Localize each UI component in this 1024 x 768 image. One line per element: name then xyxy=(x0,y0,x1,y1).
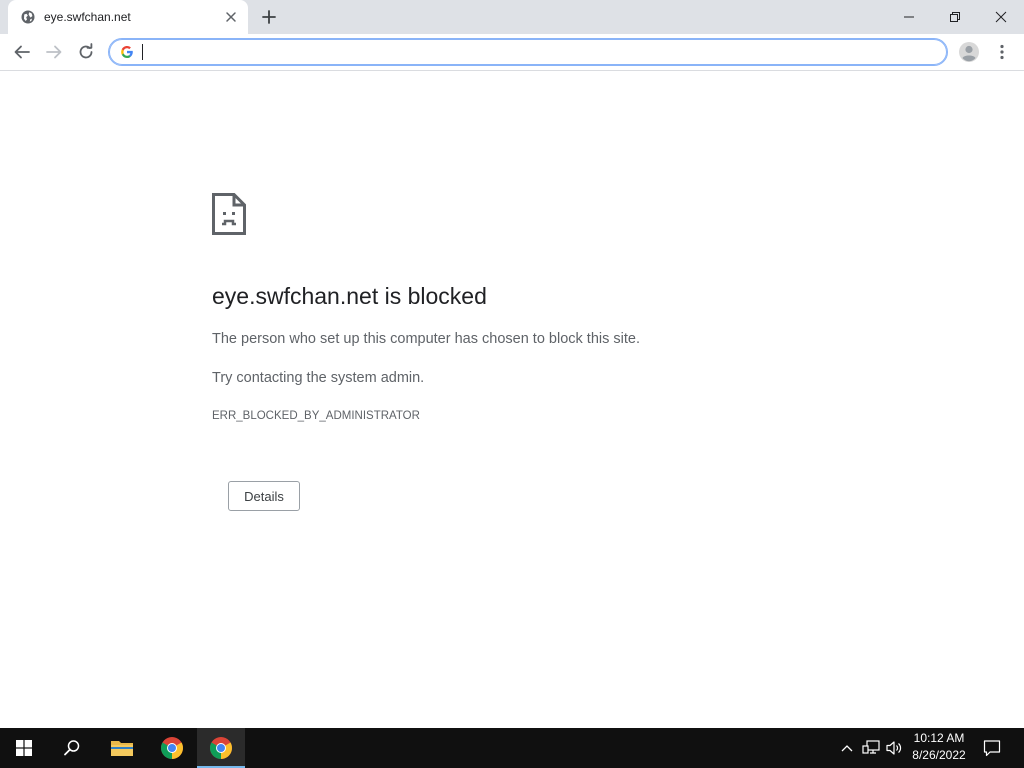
text-caret xyxy=(142,44,143,60)
error-heading: eye.swfchan.net is blocked xyxy=(212,283,487,309)
tray-volume[interactable] xyxy=(884,728,906,768)
reload-icon xyxy=(79,43,93,59)
page-content: eye.swfchan.net is blocked The person wh… xyxy=(0,71,1024,728)
folder-icon xyxy=(111,741,133,756)
search-icon xyxy=(64,740,80,756)
details-button[interactable]: Details xyxy=(228,481,300,511)
browser-tab[interactable]: eye.swfchan.net xyxy=(8,0,248,34)
close-icon[interactable] xyxy=(224,10,238,24)
windows-logo-icon xyxy=(16,740,32,756)
action-center-button[interactable] xyxy=(980,728,1004,768)
error-code: ERR_BLOCKED_BY_ADMINISTRATOR xyxy=(212,410,420,422)
speaker-icon xyxy=(886,741,902,755)
browser-menu-button[interactable] xyxy=(994,42,1010,62)
taskbar-clock[interactable]: 10:12 AM 8/26/2022 xyxy=(906,730,972,766)
sad-document-icon xyxy=(212,193,246,235)
clock-date: 8/26/2022 xyxy=(912,748,966,762)
chrome-icon xyxy=(210,737,232,759)
tab-strip: eye.swfchan.net xyxy=(0,0,1024,34)
kebab-menu-icon xyxy=(1000,44,1004,60)
close-icon xyxy=(995,11,1007,23)
arrow-right-icon xyxy=(46,45,62,59)
minimize-icon xyxy=(904,16,914,18)
restore-icon xyxy=(950,12,960,22)
minimize-button[interactable] xyxy=(886,0,932,34)
taskbar-chrome[interactable] xyxy=(148,728,196,768)
omnibox-input[interactable] xyxy=(141,42,921,62)
notification-icon xyxy=(983,740,1001,757)
address-bar[interactable] xyxy=(108,38,948,66)
restore-button[interactable] xyxy=(932,0,978,34)
taskbar-chrome-active[interactable] xyxy=(197,728,245,768)
globe-icon xyxy=(21,10,35,24)
start-button[interactable] xyxy=(0,728,48,768)
browser-toolbar xyxy=(0,34,1024,71)
taskbar-search-button[interactable] xyxy=(48,728,96,768)
taskbar-file-explorer[interactable] xyxy=(98,728,146,768)
network-icon xyxy=(862,740,880,754)
tab-title: eye.swfchan.net xyxy=(44,10,131,24)
avatar-icon[interactable] xyxy=(958,41,980,63)
error-suggestion: Try contacting the system admin. xyxy=(212,370,425,386)
back-button[interactable] xyxy=(12,42,32,62)
chevron-up-icon xyxy=(841,745,853,752)
clock-time: 10:12 AM xyxy=(913,731,965,745)
reload-button[interactable] xyxy=(76,42,96,62)
window-close-button[interactable] xyxy=(978,0,1024,34)
chrome-icon xyxy=(161,737,183,759)
arrow-left-icon xyxy=(14,45,30,59)
tray-overflow-button[interactable] xyxy=(838,728,856,768)
google-g-icon xyxy=(121,46,133,58)
error-message: The person who set up this computer has … xyxy=(212,331,640,347)
forward-button[interactable] xyxy=(44,42,64,62)
plus-icon[interactable] xyxy=(261,9,277,25)
tray-network[interactable] xyxy=(860,728,882,768)
windows-taskbar: 10:12 AM 8/26/2022 xyxy=(0,728,1024,768)
